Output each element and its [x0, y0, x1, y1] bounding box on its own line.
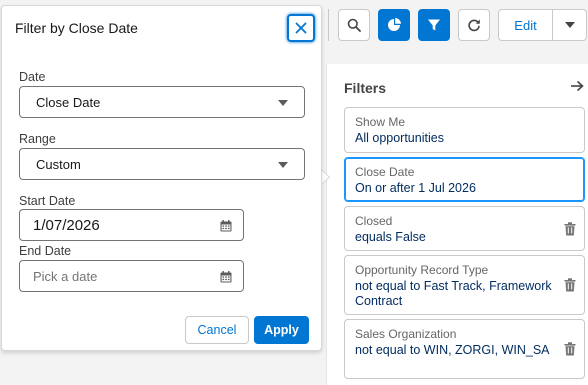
filter-label: Close Date [355, 165, 415, 179]
remove-filter-button[interactable] [564, 342, 576, 361]
filter-value: All opportunities [355, 131, 444, 145]
filter-label: Opportunity Record Type [355, 263, 489, 277]
filter-value: On or after 1 Jul 2026 [355, 181, 476, 195]
filter-value: not equal to Fast Track, Framework Contr… [355, 279, 552, 308]
filter-close-date[interactable]: Close Date On or after 1 Jul 2026 [344, 157, 585, 202]
search-icon [347, 18, 361, 32]
search-button[interactable] [338, 9, 370, 41]
trash-icon [564, 342, 576, 356]
start-date-value: 1/07/2026 [33, 216, 100, 234]
filter-icon [428, 19, 440, 31]
end-date-label: End Date [19, 244, 72, 258]
edit-menu-button[interactable] [553, 10, 586, 40]
refresh-icon [468, 19, 480, 32]
calendar-icon[interactable] [220, 219, 232, 237]
filters-panel: Filters Show Me All opportunities Close … [326, 64, 588, 385]
filter-popover: Filter by Close Date Date Close Date Ran… [1, 5, 322, 351]
filter-show-me[interactable]: Show Me All opportunities [344, 107, 585, 153]
end-date-input[interactable]: Pick a date [19, 260, 244, 292]
date-label: Date [19, 70, 46, 84]
caret-down-icon [278, 162, 288, 168]
close-popover-button[interactable] [287, 14, 315, 42]
close-icon [295, 22, 307, 34]
filter-label: Closed [355, 214, 393, 228]
popover-title: Filter by Close Date [15, 20, 138, 36]
filters-title: Filters [344, 80, 387, 96]
charts-button[interactable] [378, 9, 410, 41]
edit-button[interactable]: Edit [499, 10, 553, 40]
filter-button[interactable] [418, 9, 450, 41]
range-value: Custom [36, 156, 81, 172]
remove-filter-button[interactable] [564, 278, 576, 297]
date-field-select[interactable]: Close Date [19, 86, 305, 118]
filter-value: not equal to WIN, ZORGI, WIN_SA [355, 343, 550, 357]
caret-down-icon [278, 100, 288, 106]
collapse-filters-button[interactable] [570, 79, 584, 97]
date-field-value: Close Date [36, 94, 101, 110]
range-select[interactable]: Custom [19, 148, 305, 180]
calendar-icon[interactable] [220, 270, 232, 288]
trash-icon [564, 278, 576, 292]
range-label: Range [19, 132, 56, 146]
filter-closed[interactable]: Closed equals False [344, 206, 585, 251]
trash-icon [564, 221, 576, 235]
arrow-right-icon [571, 80, 584, 92]
filter-label: Sales Organization [355, 327, 457, 341]
end-date-placeholder: Pick a date [33, 268, 98, 284]
edit-button-group: Edit [498, 9, 587, 41]
start-date-input[interactable]: 1/07/2026 [19, 209, 244, 241]
cancel-button[interactable]: Cancel [185, 316, 249, 344]
apply-button[interactable]: Apply [254, 316, 309, 344]
refresh-button[interactable] [458, 9, 490, 41]
filter-value: equals False [355, 230, 426, 244]
toolbar-edge [326, 9, 329, 41]
pie-chart-icon [388, 18, 401, 31]
filter-opportunity-record-type[interactable]: Opportunity Record Type not equal to Fas… [344, 255, 585, 315]
start-date-label: Start Date [19, 194, 76, 208]
remove-filter-button[interactable] [564, 221, 576, 241]
chevron-down-icon [564, 22, 575, 28]
filter-sales-organization[interactable]: Sales Organization not equal to WIN, ZOR… [344, 319, 585, 379]
filter-label: Show Me [355, 115, 406, 129]
